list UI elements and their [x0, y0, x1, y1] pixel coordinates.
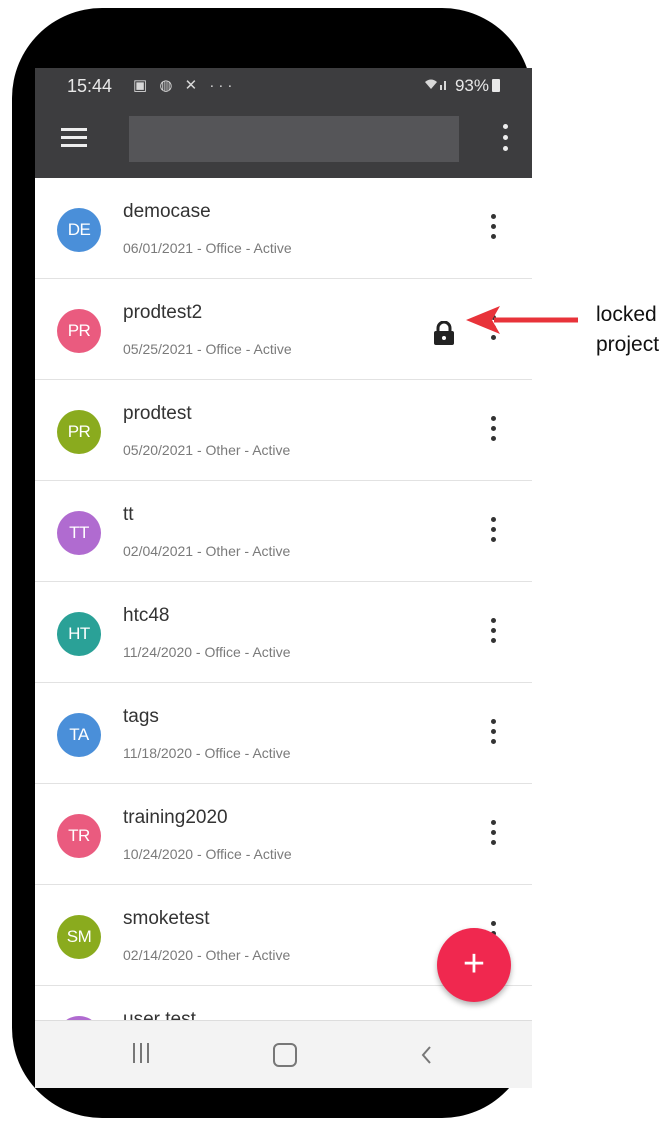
- notification-icons: ▣ ◍ ✕ ···: [133, 77, 237, 94]
- project-avatar: PR: [57, 309, 101, 353]
- recent-apps-icon[interactable]: [133, 1043, 157, 1067]
- status-right: 93%: [424, 76, 500, 96]
- battery-level: 93%: [454, 76, 489, 95]
- project-name: training2020: [123, 807, 228, 828]
- hamburger-icon[interactable]: [61, 128, 87, 154]
- project-meta: 05/25/2021 - Office - Active: [123, 341, 292, 357]
- project-meta: 11/24/2020 - Office - Active: [123, 644, 291, 660]
- project-meta: 11/18/2020 - Office - Active: [123, 745, 291, 761]
- project-meta: 02/14/2020 - Other - Active: [123, 947, 291, 963]
- project-avatar: PR: [57, 410, 101, 454]
- signal-icon: [424, 76, 455, 95]
- project-name: htc48: [123, 605, 170, 626]
- app-screen: 15:44 ▣ ◍ ✕ ··· 93% DE democase 06/01/20…: [35, 68, 532, 1088]
- project-more-icon[interactable]: [487, 214, 499, 246]
- project-name: prodtest2: [123, 302, 203, 323]
- project-meta: 06/01/2021 - Office - Active: [123, 240, 292, 256]
- project-avatar: SM: [57, 915, 101, 959]
- add-project-button[interactable]: +: [437, 928, 511, 1002]
- project-more-icon[interactable]: [487, 820, 499, 852]
- project-name: tt: [123, 504, 134, 525]
- annotation-arrow: [466, 306, 578, 334]
- back-icon[interactable]: [415, 1043, 439, 1067]
- project-row[interactable]: PR prodtest2 05/25/2021 - Office - Activ…: [35, 279, 532, 380]
- system-nav-bar: [35, 1020, 532, 1088]
- project-row[interactable]: HT htc48 11/24/2020 - Office - Active: [35, 582, 532, 683]
- project-avatar: TT: [57, 511, 101, 555]
- project-row[interactable]: TT tt 02/04/2021 - Other - Active: [35, 481, 532, 582]
- annotation-line1: locked: [596, 303, 657, 326]
- project-name: democase: [123, 201, 211, 222]
- project-more-icon[interactable]: [487, 618, 499, 650]
- phone-frame: 15:44 ▣ ◍ ✕ ··· 93% DE democase 06/01/20…: [12, 8, 532, 1118]
- battery-icon: [492, 79, 500, 92]
- annotation-line2: project: [596, 333, 660, 356]
- project-more-icon[interactable]: [487, 416, 499, 448]
- search-input[interactable]: [129, 116, 459, 162]
- project-meta: 02/04/2021 - Other - Active: [123, 543, 291, 559]
- project-more-icon[interactable]: [487, 517, 499, 549]
- project-avatar: HT: [57, 612, 101, 656]
- project-row[interactable]: PR prodtest 05/20/2021 - Other - Active: [35, 380, 532, 481]
- project-meta: 10/24/2020 - Office - Active: [123, 846, 292, 862]
- kebab-menu-icon[interactable]: [500, 124, 510, 158]
- home-icon[interactable]: [273, 1043, 297, 1067]
- annotation-label: locked project: [596, 300, 670, 360]
- status-time: 15:44: [67, 76, 113, 96]
- status-bar: 15:44 ▣ ◍ ✕ ··· 93%: [35, 68, 532, 104]
- project-name: prodtest: [123, 403, 192, 424]
- project-avatar: TR: [57, 814, 101, 858]
- project-avatar: DE: [57, 208, 101, 252]
- project-avatar: TA: [57, 713, 101, 757]
- lock-icon: [433, 320, 455, 345]
- project-row[interactable]: TR training2020 10/24/2020 - Office - Ac…: [35, 784, 532, 885]
- project-name: tags: [123, 706, 159, 727]
- project-more-icon[interactable]: [487, 719, 499, 751]
- project-row[interactable]: TA tags 11/18/2020 - Office - Active: [35, 683, 532, 784]
- project-row[interactable]: DE democase 06/01/2021 - Office - Active: [35, 178, 532, 279]
- project-name: smoketest: [123, 908, 210, 929]
- app-bar: [35, 104, 532, 178]
- project-meta: 05/20/2021 - Other - Active: [123, 442, 291, 458]
